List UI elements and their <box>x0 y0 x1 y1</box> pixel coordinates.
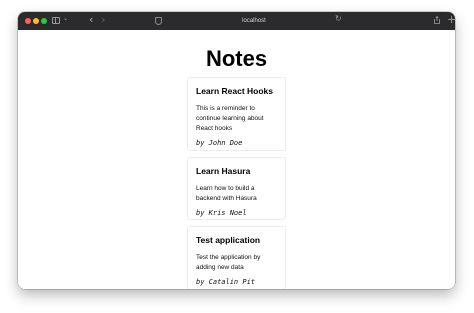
page-title: Notes <box>205 46 268 71</box>
note-author: by Kris Noel <box>196 209 247 217</box>
note-author: by John Doe <box>196 139 243 147</box>
share-icon[interactable] <box>434 16 440 24</box>
note-body: Learn how to build a backend with Hasura <box>196 185 257 202</box>
page-content: Notes Learn React Hooks This is a remind… <box>18 30 455 289</box>
note-title: Learn React Hooks <box>196 86 273 96</box>
reload-icon[interactable]: ↻ <box>335 15 342 23</box>
forward-arrow-icon[interactable]: › <box>101 14 105 25</box>
note-card: Learn React Hooks This is a reminder to … <box>187 77 286 151</box>
note-card: Test application Test the application by… <box>187 226 286 289</box>
shield-icon[interactable] <box>155 17 162 25</box>
browser-window: ⌄ ‹ › localhost ↻ + Notes Learn React Ho… <box>18 12 455 289</box>
address-bar[interactable]: localhost <box>168 15 340 27</box>
chevron-down-icon[interactable]: ⌄ <box>63 16 68 22</box>
plus-icon[interactable]: + <box>447 14 455 25</box>
note-title: Test application <box>196 235 261 245</box>
close-window-button[interactable] <box>25 18 31 24</box>
sidebar-icon[interactable] <box>52 17 60 24</box>
note-author: by Catalin Pit <box>196 278 256 286</box>
zoom-window-button[interactable] <box>41 18 47 24</box>
browser-toolbar: ⌄ ‹ › localhost ↻ + <box>18 12 455 31</box>
minimize-window-button[interactable] <box>33 18 39 24</box>
back-arrow-icon[interactable]: ‹ <box>89 14 93 25</box>
note-body: This is a reminder to continue learning … <box>196 105 264 132</box>
note-body: Test the application by adding new data <box>196 254 261 271</box>
note-card: Learn Hasura Learn how to build a backen… <box>187 157 286 220</box>
note-title: Learn Hasura <box>196 166 251 176</box>
